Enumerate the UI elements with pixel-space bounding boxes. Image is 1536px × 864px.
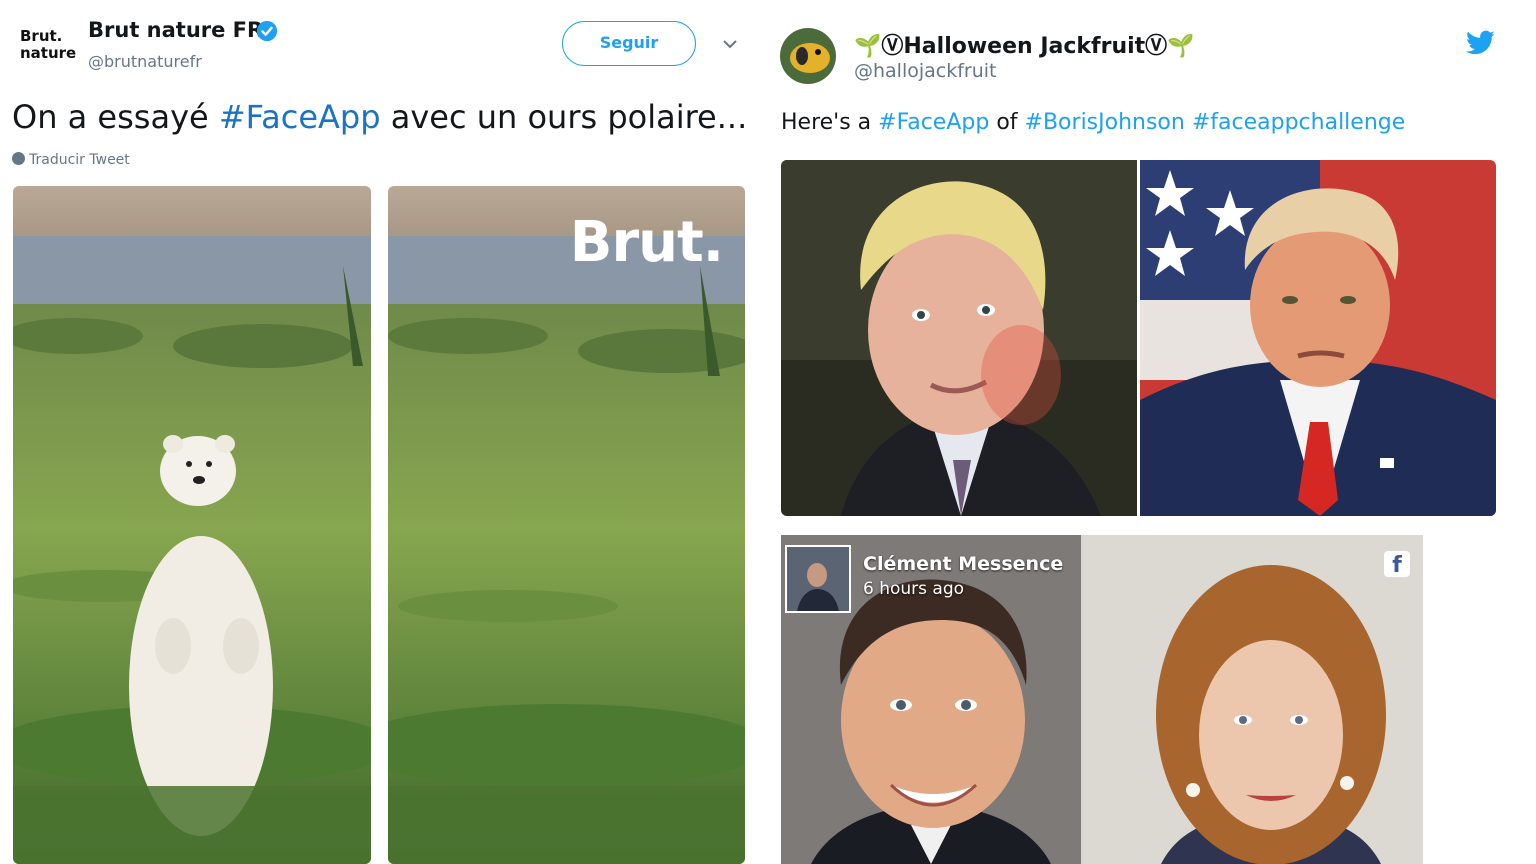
boris-johnson-photo[interactable] (781, 160, 1137, 516)
tweet-text-part: Here's a (781, 110, 879, 135)
display-name[interactable]: 🌱ⓋHalloween JackfruitⓋ🌱 (854, 28, 1195, 60)
follow-button[interactable]: Seguir (562, 21, 696, 66)
tweet-text-part: On a essayé (12, 98, 219, 136)
fb-post-time: 6 hours ago (863, 579, 965, 599)
logo-line-2: nature (20, 44, 77, 62)
verified-badge-icon (256, 20, 278, 42)
tweet-halloween-jackfruit: 🌱ⓋHalloween JackfruitⓋ🌱 @hallojackfruit … (760, 0, 1536, 864)
facebook-icon[interactable]: f (1384, 551, 1410, 578)
handle[interactable]: @hallojackfruit (854, 60, 997, 82)
polar-bear-photo-original[interactable] (13, 186, 371, 864)
polar-bear-photo-faceapp[interactable]: Brut. (388, 186, 745, 864)
brut-watermark: Brut. (569, 210, 724, 275)
logo-line-1: Brut. (20, 27, 63, 45)
hashtag-link[interactable]: #FaceApp (219, 98, 381, 136)
chevron-down-icon[interactable] (722, 38, 738, 50)
tweet-text: On a essayé #FaceApp avec un ours polair… (12, 98, 747, 136)
fb-author-name[interactable]: Clément Messence (863, 553, 1063, 575)
tweet-text-part: of (989, 110, 1025, 135)
display-name[interactable]: Brut nature FR (88, 18, 263, 42)
translate-label: Traducir Tweet (29, 152, 130, 168)
brut-nature-avatar[interactable]: Brut. nature (20, 28, 76, 62)
hashtag-link[interactable]: #FaceApp (878, 110, 989, 135)
hashtag-link[interactable]: #BorisJohnson (1025, 110, 1185, 135)
tweet-text-part: avec un ours polaire... (380, 98, 748, 136)
donald-trump-photo[interactable] (1140, 160, 1496, 516)
fb-author-avatar[interactable] (785, 545, 851, 613)
avatar[interactable] (780, 28, 836, 84)
embedded-facebook-post[interactable]: Clément Messence 6 hours ago f (781, 535, 1423, 864)
hashtag-link[interactable]: #faceappchallenge (1192, 110, 1405, 135)
twitter-bird-icon[interactable] (1466, 30, 1496, 56)
globe-icon (12, 152, 25, 165)
tweet-brut-nature: Brut. nature Brut nature FR @brutnaturef… (0, 0, 760, 864)
tweet-text: Here's a #FaceApp of #BorisJohnson #face… (781, 110, 1405, 135)
handle[interactable]: @brutnaturefr (88, 52, 202, 71)
translate-tweet-link[interactable]: Traducir Tweet (12, 152, 130, 168)
